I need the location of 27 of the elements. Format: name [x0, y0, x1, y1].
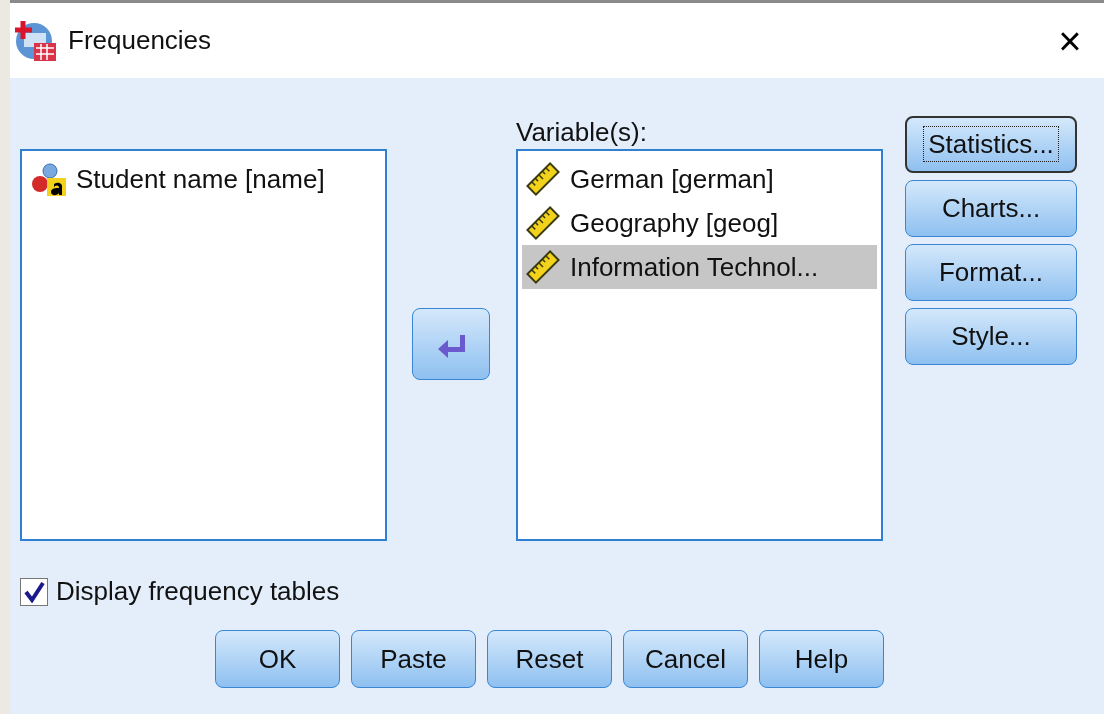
item-label: Geography [geog] — [570, 206, 779, 240]
window-title: Frequencies — [68, 24, 213, 57]
item-label: Information Technol... — [570, 250, 819, 284]
list-label: Variable(s): — [516, 116, 647, 149]
dialog-button[interactable]: Charts... — [905, 180, 1077, 237]
dialog-button[interactable]: Paste — [351, 630, 476, 688]
list-item[interactable]: Geography [geog] — [522, 201, 877, 245]
checkbox-label: Display frequency tables — [56, 575, 340, 608]
list-item[interactable]: Student name [name] — [26, 157, 381, 201]
dialog-button[interactable]: Style... — [905, 308, 1077, 365]
move-button[interactable] — [412, 308, 490, 380]
list-item[interactable]: Information Technol... — [522, 245, 877, 289]
app-icon — [14, 18, 58, 63]
dialog-button[interactable]: OK — [215, 630, 340, 688]
dialog-button[interactable]: Reset — [487, 630, 612, 688]
nominal-variable-icon — [30, 162, 66, 196]
dialog-button[interactable]: Statistics... — [905, 116, 1077, 173]
dialog-button[interactable]: Cancel — [623, 630, 748, 688]
item-label: Student name [name] — [76, 162, 325, 196]
item-label: German [german] — [570, 162, 774, 196]
close-button[interactable]: × — [1040, 20, 1100, 61]
dialog-button[interactable]: Help — [759, 630, 884, 688]
check-icon — [23, 580, 45, 603]
arrow-icon — [436, 332, 466, 359]
checkbox[interactable] — [20, 577, 48, 606]
list-item[interactable]: German [german] — [522, 157, 877, 201]
dialog-button[interactable]: Format... — [905, 244, 1077, 301]
